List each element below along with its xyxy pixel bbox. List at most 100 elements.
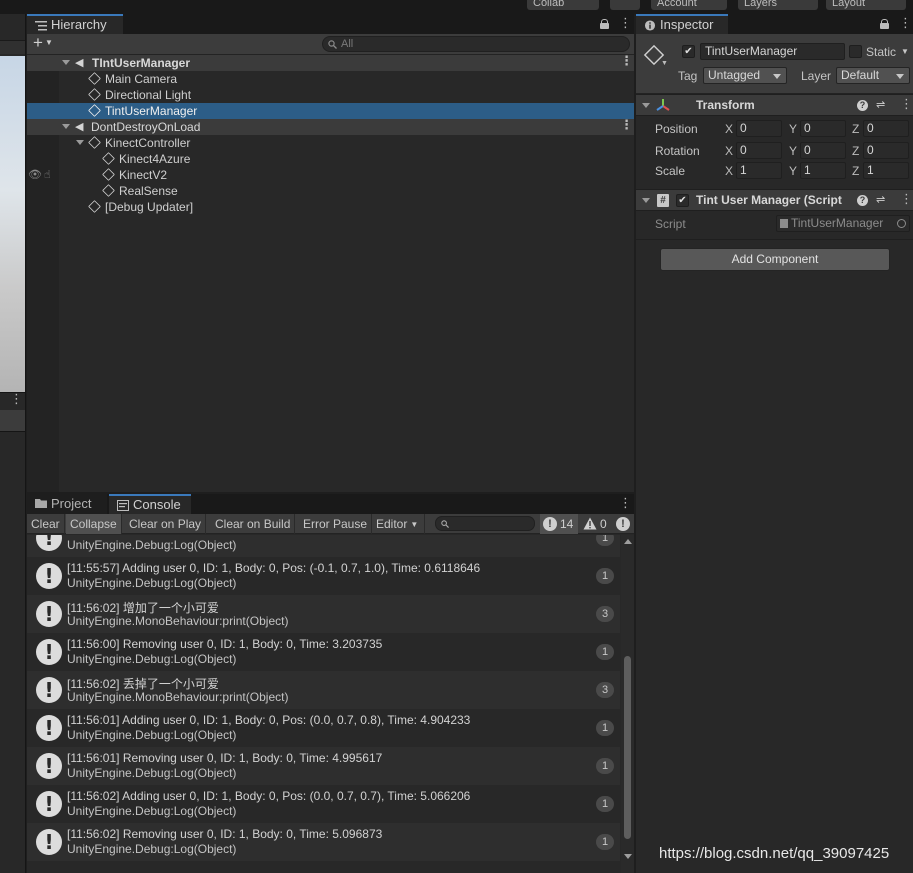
- info-log-icon: !: [36, 753, 62, 779]
- collapse-toggle[interactable]: Collapse: [66, 514, 122, 534]
- log-count-badge: 1: [596, 834, 614, 850]
- console-kebab-icon[interactable]: [619, 496, 632, 511]
- log-entry[interactable]: ! [11:55:57] Adding user 0, ID: 1, Body:…: [27, 557, 620, 595]
- scene-toolbar: [0, 40, 25, 54]
- axis-z-label: Z: [852, 122, 860, 136]
- tag-dropdown[interactable]: Untagged: [703, 67, 787, 84]
- hierarchy-item-kinectcontroller[interactable]: KinectController: [27, 135, 634, 151]
- game-kebab-icon[interactable]: [10, 392, 23, 407]
- warning-icon: [583, 517, 597, 530]
- hierarchy-scene-row[interactable]: ◀ DontDestroyOnLoad: [27, 118, 634, 135]
- log-entry[interactable]: ! [11:56:02] 丢掉了一个小可爱 UnityEngine.MonoBe…: [27, 671, 620, 709]
- hierarchy-item-kinect4azure[interactable]: Kinect4Azure: [27, 151, 634, 167]
- pickable-hand-icon[interactable]: ☝: [44, 167, 51, 183]
- chevron-down-icon[interactable]: ▼: [661, 60, 668, 67]
- clear-on-build-toggle[interactable]: Clear on Build: [211, 514, 296, 534]
- scroll-down-icon[interactable]: [624, 854, 632, 859]
- visibility-eye-icon[interactable]: 👁: [28, 167, 42, 183]
- rotation-y-field[interactable]: 0: [800, 142, 846, 159]
- expand-caret-icon[interactable]: [62, 124, 70, 129]
- help-icon[interactable]: ?: [857, 100, 868, 111]
- script-field-value: TintUserManager: [791, 216, 884, 230]
- log-entry[interactable]: ! [11:56:02] Adding user 0, ID: 1, Body:…: [27, 785, 620, 823]
- log-entry[interactable]: ! [11:56:02] Removing user 0, ID: 1, Bod…: [27, 823, 620, 861]
- clear-button[interactable]: Clear: [27, 514, 65, 534]
- expand-caret-icon[interactable]: [642, 198, 650, 203]
- hierarchy-item-kinectv2[interactable]: 👁 ☝ KinectV2: [27, 167, 634, 183]
- clear-on-build-label: Clear on Build: [215, 517, 291, 531]
- tab-console[interactable]: Console: [109, 494, 191, 514]
- position-z-field[interactable]: 0: [863, 120, 909, 137]
- object-name-field[interactable]: TintUserManager: [700, 43, 845, 60]
- position-y-field[interactable]: 0: [800, 120, 846, 137]
- hierarchy-kebab-icon[interactable]: [619, 16, 632, 31]
- component-kebab-icon[interactable]: [900, 97, 913, 112]
- scene-kebab-icon[interactable]: [620, 118, 633, 134]
- hierarchy-item-directional-light[interactable]: Directional Light: [27, 87, 634, 103]
- item-label: Kinect4Azure: [119, 152, 191, 166]
- rotation-z-field[interactable]: 0: [863, 142, 909, 159]
- collab-label: Collab: [533, 0, 565, 9]
- preset-sliders-icon[interactable]: ⇌: [876, 99, 888, 111]
- help-icon[interactable]: ?: [857, 195, 868, 206]
- expand-caret-icon[interactable]: [642, 103, 650, 108]
- active-checkbox[interactable]: ✔: [682, 45, 695, 58]
- hierarchy-item-main-camera[interactable]: Main Camera: [27, 71, 634, 87]
- console-scrollbar[interactable]: [621, 535, 634, 873]
- static-checkbox[interactable]: [849, 45, 862, 58]
- log-entry[interactable]: ! [11:56:02] 增加了一个小可爱 UnityEngine.MonoBe…: [27, 595, 620, 633]
- watermark-text: https://blog.csdn.net/qq_39097425: [659, 845, 890, 862]
- rotation-x-field[interactable]: 0: [736, 142, 782, 159]
- expand-caret-icon[interactable]: [76, 140, 84, 145]
- inspector-kebab-icon[interactable]: [899, 16, 912, 31]
- transform-title: Transform: [696, 98, 755, 112]
- tab-inspector[interactable]: Inspector: [636, 14, 728, 34]
- scene-viewport[interactable]: [0, 56, 25, 392]
- lock-icon[interactable]: [600, 19, 609, 29]
- expand-caret-icon[interactable]: [62, 60, 70, 65]
- hierarchy-item-tintusermanager[interactable]: TintUserManager: [27, 103, 634, 119]
- scale-y-field[interactable]: 1: [800, 162, 846, 179]
- object-picker-icon[interactable]: [897, 219, 906, 228]
- scene-kebab-icon[interactable]: [620, 54, 633, 70]
- log-entry[interactable]: ! [11:56:01] Removing user 0, ID: 1, Bod…: [27, 747, 620, 785]
- layers-button[interactable]: Layers: [738, 0, 818, 10]
- console-scroll-thumb[interactable]: [624, 656, 631, 839]
- collab-button[interactable]: Collab: [527, 0, 599, 10]
- add-component-button[interactable]: Add Component: [660, 248, 890, 271]
- scale-z-field[interactable]: 1: [863, 162, 909, 179]
- warning-count-toggle[interactable]: 0: [580, 514, 610, 534]
- layer-dropdown[interactable]: Default: [836, 67, 910, 84]
- chevron-down-icon[interactable]: ▼: [901, 47, 909, 56]
- hierarchy-item-realsense[interactable]: RealSense: [27, 183, 634, 199]
- scale-x-field[interactable]: 1: [736, 162, 782, 179]
- log-entry[interactable]: ! [11:56:01] Adding user 0, ID: 1, Body:…: [27, 709, 620, 747]
- info-count-toggle[interactable]: ! 14: [540, 514, 578, 534]
- position-x-field[interactable]: 0: [736, 120, 782, 137]
- tab-hierarchy[interactable]: Hierarchy: [27, 14, 123, 34]
- hierarchy-scene-row[interactable]: ◀ TIntUserManager: [27, 54, 634, 71]
- clear-on-play-toggle[interactable]: Clear on Play: [125, 514, 207, 534]
- log-count-badge: 1: [596, 568, 614, 584]
- script-object-field[interactable]: TintUserManager: [776, 215, 910, 232]
- log-entry[interactable]: ! [11:56:00] Removing user 0, ID: 1, Bod…: [27, 633, 620, 671]
- account-button[interactable]: Account: [651, 0, 727, 10]
- log-entry[interactable]: ! UnityEngine.Debug:Log(Object) 1: [27, 535, 620, 557]
- hierarchy-search-input[interactable]: All: [322, 36, 630, 52]
- scroll-up-icon[interactable]: [624, 539, 632, 544]
- editor-dropdown[interactable]: Editor ▼: [372, 514, 425, 534]
- hierarchy-item-debug-updater[interactable]: [Debug Updater]: [27, 199, 634, 215]
- create-button[interactable]: + ▼: [33, 34, 63, 52]
- preset-sliders-icon[interactable]: ⇌: [876, 194, 888, 206]
- component-kebab-icon[interactable]: [900, 192, 913, 207]
- console-search-input[interactable]: [435, 516, 535, 531]
- error-count-toggle[interactable]: !: [613, 514, 633, 534]
- cloud-button[interactable]: [610, 0, 640, 10]
- error-pause-toggle[interactable]: Error Pause: [299, 514, 373, 534]
- component-enabled-checkbox[interactable]: ✔: [676, 194, 689, 207]
- layout-button[interactable]: Layout: [826, 0, 906, 10]
- lock-icon[interactable]: [880, 19, 889, 29]
- transform-component-header[interactable]: Transform ? ⇌: [636, 94, 913, 116]
- script-component-header[interactable]: # ✔ Tint User Manager (Script ? ⇌: [636, 189, 913, 211]
- tab-project[interactable]: Project: [27, 494, 107, 514]
